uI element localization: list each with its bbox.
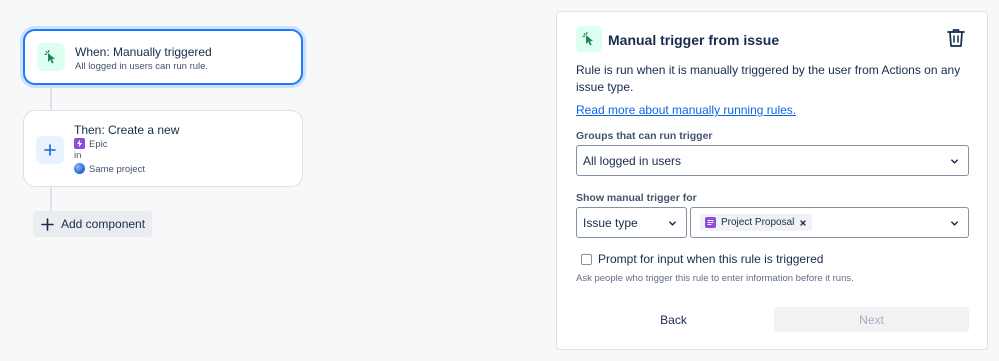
trigger-config-panel: Manual trigger from issue Rule is run wh… [556,11,988,350]
groups-select[interactable]: All logged in users [576,145,969,176]
in-label: in [74,150,82,161]
cursor-click-icon [576,26,602,52]
prompt-input-label[interactable]: Prompt for input when this rule is trigg… [598,252,823,266]
prompt-input-checkbox[interactable] [581,254,592,265]
groups-label: Groups that can run trigger [576,130,713,142]
automation-rule-editor: When: Manually triggered All logged in u… [0,0,999,361]
prompt-input-help: Ask people who trigger this rule to ente… [576,273,854,284]
read-more-link[interactable]: Read more about manually running rules. [576,103,796,117]
trigger-card-title: When: Manually triggered [75,45,212,59]
action-card-title: Then: Create a new [74,123,180,137]
panel-description: Rule is run when it is manually triggere… [576,63,961,94]
add-component-button[interactable]: Add component [33,211,152,237]
issue-types-multiselect[interactable]: Project Proposal [690,207,969,238]
issue-type-label: Epic [89,139,108,150]
show-type-value: Issue type [583,215,638,230]
project-row: Same project [74,163,145,175]
cursor-click-icon [37,43,65,71]
groups-select-value: All logged in users [583,153,682,168]
project-avatar-icon [74,163,85,174]
close-icon[interactable] [799,219,807,227]
rule-canvas: When: Manually triggered All logged in u… [0,0,540,361]
back-button[interactable]: Back [576,307,771,332]
plus-icon [36,136,64,164]
project-proposal-icon [705,217,716,228]
issue-type-tag: Project Proposal [700,214,813,231]
chevron-down-icon [951,159,958,164]
plus-icon [41,217,54,231]
chevron-down-icon [951,221,958,226]
add-component-label: Add component [61,217,146,231]
show-type-select[interactable]: Issue type [576,207,687,238]
next-button[interactable]: Next [774,307,969,332]
show-trigger-label: Show manual trigger for [576,192,697,204]
issue-type-row: Epic [74,138,107,150]
connector-line [50,186,52,212]
epic-icon [74,138,85,149]
issue-type-tag-label: Project Proposal [721,217,795,228]
trigger-card-subtitle: All logged in users can run rule. [75,61,209,72]
trash-icon[interactable] [947,28,965,48]
chevron-down-icon [669,221,676,226]
project-label: Same project [89,164,145,175]
connector-line [50,85,52,110]
panel-title: Manual trigger from issue [608,32,780,48]
trigger-card[interactable]: When: Manually triggered All logged in u… [23,29,303,85]
action-card[interactable]: Then: Create a new Epic in Same project [23,110,303,187]
